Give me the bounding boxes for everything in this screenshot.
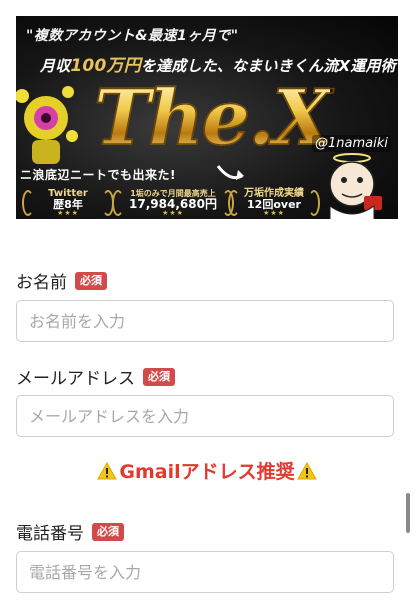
warning-icon — [97, 461, 118, 479]
promo-banner: "複数アカウント&最速1ヶ月で" 月収100万円を達成した、なまいきくん流X運用… — [16, 16, 398, 219]
banner-title: The.X — [93, 73, 332, 162]
required-badge: 必須 — [92, 522, 124, 541]
gmail-note-text: Gmailアドレス推奨 — [119, 461, 295, 483]
email-label: メールアドレス — [16, 369, 135, 389]
banner-subtitle-pre: 月収 — [40, 57, 71, 75]
phone-label-row: 電話番号 必須 — [16, 519, 124, 544]
scrollbar[interactable] — [406, 493, 410, 533]
name-label-row: お名前 必須 — [16, 268, 107, 293]
mascot-character-icon — [329, 153, 382, 219]
banner-tagline: "複数アカウント&最速1ヶ月で" — [26, 28, 239, 44]
stars-icon: ★★★ — [263, 209, 285, 217]
name-label: お名前 — [16, 273, 67, 293]
name-input[interactable] — [16, 300, 394, 342]
stars-icon: ★★★ — [57, 209, 79, 217]
email-input[interactable] — [16, 395, 394, 437]
email-label-row: メールアドレス 必須 — [16, 364, 175, 389]
stat-badge-twitter: Twitter 歴8年 ★★★ — [22, 188, 114, 217]
stat-badge-accounts: 万垢作成実績 12回over ★★★ — [228, 188, 320, 217]
warning-icon — [296, 461, 317, 479]
phone-label: 電話番号 — [16, 524, 84, 544]
gmail-note: Gmailアドレス推奨 — [0, 457, 414, 484]
required-badge: 必須 — [75, 271, 107, 290]
curved-arrow-icon — [216, 165, 244, 180]
required-badge: 必須 — [143, 367, 175, 386]
stat-badge-revenue: 1垢のみで月間最高売上 17,984,680円 ★★★ — [112, 188, 234, 217]
toy-figure-icon — [16, 86, 78, 164]
stars-icon: ★★★ — [162, 209, 184, 217]
phone-input[interactable] — [16, 551, 394, 593]
banner-ribbon: ニ浪底辺ニートでも出来た! — [20, 168, 176, 182]
